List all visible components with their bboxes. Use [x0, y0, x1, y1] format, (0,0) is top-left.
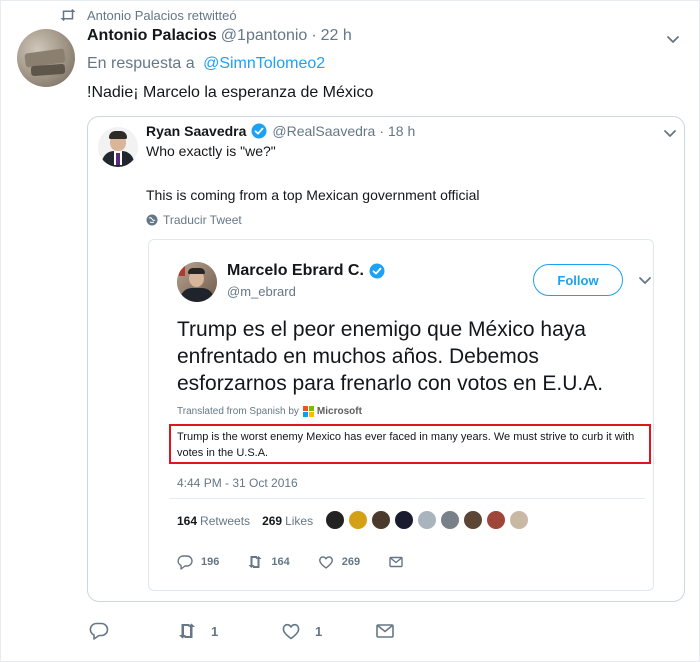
liker-avatar [394, 510, 414, 530]
translated-from-label: Translated from Spanish by [177, 406, 299, 417]
follow-button: Follow [533, 264, 623, 296]
embedded-reply-count: 196 [201, 556, 220, 568]
quoted-time[interactable]: 18 h [388, 123, 415, 139]
reply-mention-link[interactable]: @SimnTolomeo2 [203, 55, 325, 72]
likes-label: Likes [285, 514, 314, 528]
separator-dot: · [311, 27, 317, 44]
reply-icon [89, 622, 109, 640]
quoted-header: Ryan Saavedra @RealSaavedra · 18 h [146, 123, 415, 139]
retweet-context: Antonio Palacios retwitteó [59, 6, 237, 24]
translator-name: Microsoft [316, 406, 362, 417]
translate-tweet-link[interactable]: Traducir Tweet [146, 213, 242, 227]
retweet-count: 1 [211, 623, 219, 639]
liker-avatar [486, 510, 506, 530]
heart-icon [318, 556, 333, 569]
embedded-author-handle: @m_ebrard [227, 284, 296, 299]
globe-icon [146, 214, 158, 226]
retweet-icon [60, 9, 76, 21]
tweet-header: Antonio Palacios @1pantonio · 22 h [87, 27, 352, 45]
liker-avatar [371, 510, 391, 530]
microsoft-logo-icon [302, 406, 314, 417]
verified-badge-icon [251, 123, 267, 139]
embedded-author-avatar [177, 262, 217, 302]
quoted-menu-chevron-down-icon[interactable] [662, 125, 678, 141]
liker-avatar [509, 510, 529, 530]
reply-prefix: En respuesta a [87, 55, 195, 72]
direct-message-button[interactable] [375, 621, 395, 641]
retweet-button[interactable]: 1 [177, 621, 281, 641]
heart-icon [282, 623, 300, 640]
embedded-actions: 196 164 269 [177, 554, 440, 570]
tweet-time[interactable]: 22 h [321, 27, 352, 45]
quoted-author-handle[interactable]: @RealSaavedra [272, 123, 375, 139]
embedded-retweet: 164 [247, 554, 290, 570]
reply-button[interactable] [89, 621, 177, 641]
quoted-text-line-1: Who exactly is "we?" [146, 143, 276, 159]
embedded-header: Marcelo Ebrard C. [227, 262, 390, 280]
embedded-stats: 164 Retweets 269 Likes [177, 514, 313, 528]
reply-context: En respuesta a @SimnTolomeo2 [87, 55, 325, 73]
quoted-author-name[interactable]: Ryan Saavedra [146, 123, 246, 139]
retweet-context-text: Antonio Palacios retwitteó [87, 7, 237, 23]
retweet-icon [248, 556, 262, 568]
embedded-reply: 196 [177, 554, 219, 570]
translate-label: Traducir Tweet [163, 213, 242, 227]
separator-dot: · [379, 123, 385, 139]
tweet-menu-chevron-down-icon[interactable] [665, 31, 681, 47]
like-count: 1 [315, 623, 323, 639]
liker-avatar [440, 510, 460, 530]
envelope-icon [389, 556, 403, 568]
translation-highlight-box: Trump is the worst enemy Mexico has ever… [169, 424, 651, 464]
translated-by: Translated from Spanish by Microsoft [177, 406, 362, 417]
author-name[interactable]: Antonio Palacios [87, 27, 217, 45]
divider [169, 498, 645, 499]
reply-icon [177, 555, 193, 570]
tweet-actions: 1 1 [89, 621, 395, 641]
quoted-text-line-2: This is coming from a top Mexican govern… [146, 187, 480, 203]
liker-avatar [348, 510, 368, 530]
embedded-author-name: Marcelo Ebrard C. [227, 262, 364, 279]
embedded-chevron-down-icon [637, 272, 653, 288]
quoted-author-avatar[interactable] [98, 127, 138, 167]
embedded-retweet-count: 164 [271, 556, 290, 568]
likes-count: 269 [262, 514, 283, 528]
embedded-tweet-image: Marcelo Ebrard C. @m_ebrard Follow Trump… [148, 239, 654, 591]
liker-avatar [325, 510, 345, 530]
translation-text: Trump is the worst enemy Mexico has ever… [177, 431, 635, 459]
author-avatar[interactable] [17, 29, 75, 87]
embedded-like: 269 [318, 554, 360, 570]
verified-badge-icon [369, 263, 385, 279]
embedded-tweet-text: Trump es el peor enemigo que México haya… [177, 318, 604, 395]
liker-avatars [325, 510, 532, 530]
liker-avatar [463, 510, 483, 530]
quoted-tweet[interactable]: Ryan Saavedra @RealSaavedra · 18 h Who e… [87, 116, 685, 602]
like-button[interactable]: 1 [281, 621, 375, 641]
tweet-card: Antonio Palacios retwitteó Antonio Palac… [0, 0, 700, 662]
author-handle[interactable]: @1pantonio [221, 27, 308, 45]
tweet-text: !Nadie¡ Marcelo la esperanza de México [87, 84, 374, 101]
retweets-count: 164 [177, 514, 198, 528]
liker-avatar [417, 510, 437, 530]
retweets-label: Retweets [200, 514, 251, 528]
retweet-icon [179, 623, 195, 639]
embedded-date: 4:44 PM - 31 Oct 2016 [177, 476, 298, 490]
embedded-like-count: 269 [341, 556, 361, 568]
envelope-icon [376, 624, 394, 638]
embedded-message [388, 554, 412, 570]
